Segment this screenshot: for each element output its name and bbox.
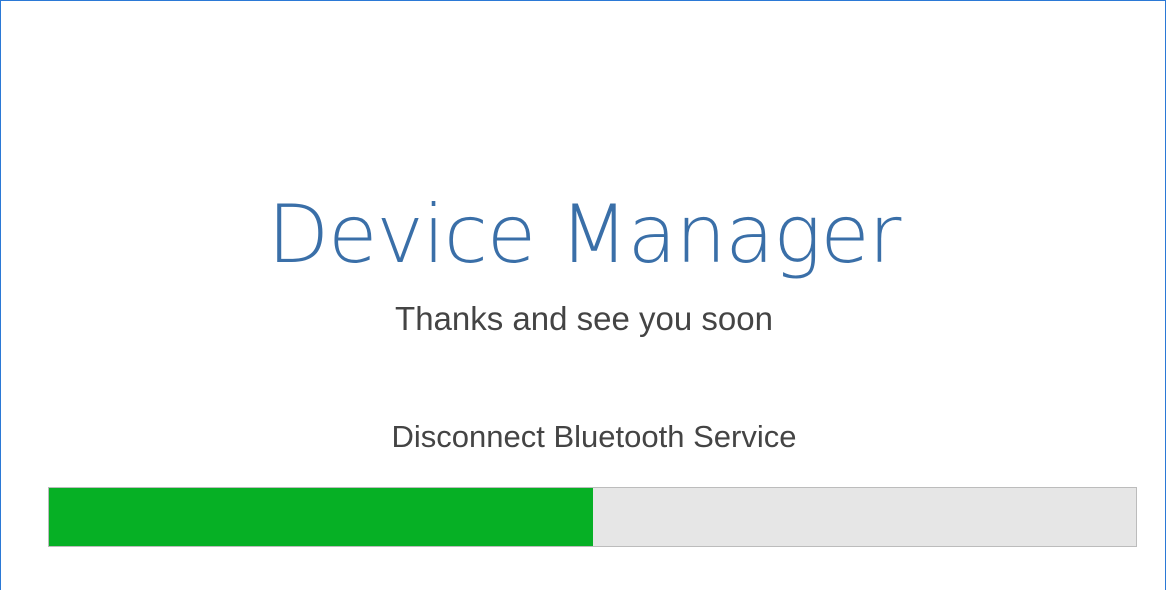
page-title: Device Manager: [267, 188, 902, 281]
page-subtitle: Thanks and see you soon: [395, 300, 773, 337]
progress-bar-fill: [49, 488, 593, 546]
status-message: Disconnect Bluetooth Service: [391, 419, 797, 454]
app-window: Device Manager Thanks and see you soon D…: [0, 0, 1166, 590]
progress-bar: [48, 487, 1137, 547]
